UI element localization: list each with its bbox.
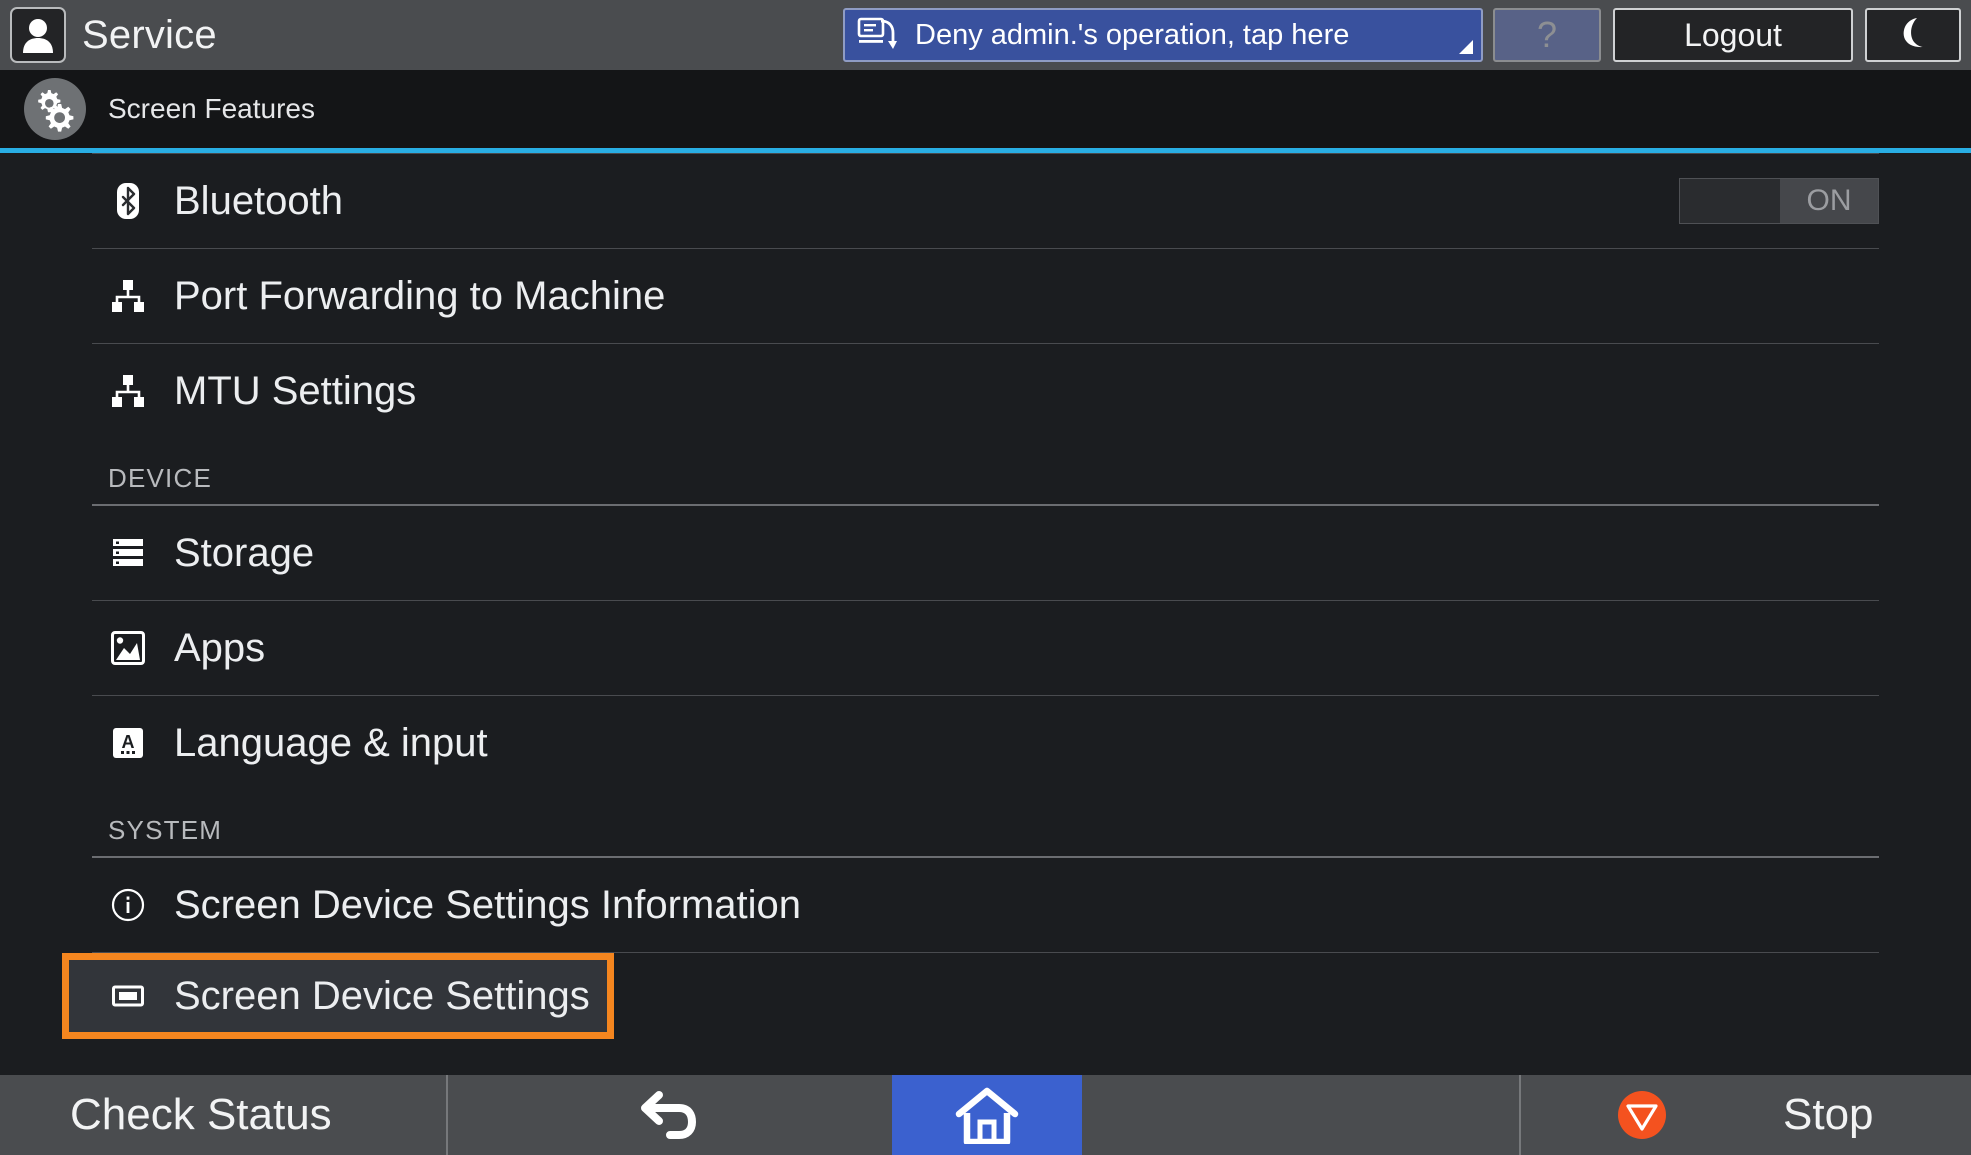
screen-transfer-icon: [857, 17, 897, 49]
logout-button[interactable]: Logout: [1613, 8, 1853, 62]
stop-label: Stop: [1783, 1090, 1874, 1139]
help-button[interactable]: ?: [1493, 8, 1601, 62]
list-item-label: Screen Device Settings: [174, 973, 590, 1018]
list-item-label: Apps: [174, 625, 266, 670]
app-title: Service: [82, 12, 217, 57]
settings-list: Bluetooth ON Port Forwarding to Machine: [0, 153, 1971, 1075]
deny-admin-operation-banner[interactable]: Deny admin.'s operation, tap here: [843, 8, 1483, 62]
stop-circle-icon: [1617, 1090, 1667, 1140]
storage-icon: [108, 537, 148, 569]
list-item-label: Storage: [174, 530, 315, 575]
top-bar: Service Deny admin.'s operation, tap her…: [0, 0, 1971, 70]
list-item-label: Bluetooth: [174, 178, 344, 223]
home-button[interactable]: [892, 1075, 1082, 1155]
list-item-mtu-settings[interactable]: MTU Settings: [0, 344, 1971, 438]
info-circle-icon: [108, 888, 148, 922]
list-item-bluetooth[interactable]: Bluetooth ON: [0, 154, 1971, 248]
stop-button[interactable]: Stop: [1521, 1075, 1971, 1155]
user-avatar-icon: [23, 19, 53, 53]
section-label: DEVICE: [108, 463, 213, 493]
page-title: Screen Features: [108, 93, 315, 124]
list-item-port-forwarding[interactable]: Port Forwarding to Machine: [0, 249, 1971, 343]
service-screen-features-app: Service Deny admin.'s operation, tap her…: [0, 0, 1971, 1155]
night-mode-button[interactable]: [1865, 8, 1961, 62]
list-item-label: Port Forwarding to Machine: [174, 273, 666, 318]
bottom-bar: Check Status Stop: [0, 1075, 1971, 1155]
network-share-icon: [108, 374, 148, 408]
section-header-system: SYSTEM: [0, 790, 1971, 852]
list-item-screen-device-settings-information[interactable]: Screen Device Settings Information: [0, 858, 1971, 952]
back-arrow-icon: [641, 1091, 696, 1139]
back-button[interactable]: [448, 1075, 892, 1155]
bottom-bar-blank: [1082, 1075, 1519, 1155]
toggle-track: [1680, 179, 1780, 223]
toggle-state-label: ON: [1780, 179, 1878, 223]
bluetooth-toggle[interactable]: ON: [1679, 178, 1879, 224]
resize-corner-icon: [1459, 40, 1473, 54]
bluetooth-icon: [108, 182, 148, 220]
check-status-button[interactable]: Check Status: [0, 1075, 446, 1155]
svg-text:A: A: [122, 732, 135, 752]
home-icon: [955, 1087, 1019, 1144]
gears-badge: [24, 78, 86, 140]
list-item-screen-device-settings[interactable]: Screen Device Settings: [62, 953, 614, 1039]
list-item-language-input[interactable]: A Language & input: [0, 696, 1971, 790]
list-item-storage[interactable]: Storage: [0, 506, 1971, 600]
list-item-label: Language & input: [174, 720, 488, 765]
section-label: SYSTEM: [108, 815, 223, 845]
section-header-device: DEVICE: [0, 438, 1971, 500]
moon-icon: [1903, 18, 1923, 48]
list-item-label: Screen Device Settings Information: [174, 882, 801, 927]
list-item-label: MTU Settings: [174, 368, 417, 413]
user-avatar[interactable]: [10, 7, 66, 63]
network-share-icon: [108, 279, 148, 313]
gears-icon: [38, 90, 74, 132]
banner-text: Deny admin.'s operation, tap here: [915, 18, 1350, 51]
language-input-icon: A: [108, 727, 148, 759]
list-item-apps[interactable]: Apps: [0, 601, 1971, 695]
apps-image-icon: [108, 631, 148, 665]
page-header: Screen Features: [0, 70, 1971, 148]
monitor-icon: [108, 983, 148, 1009]
